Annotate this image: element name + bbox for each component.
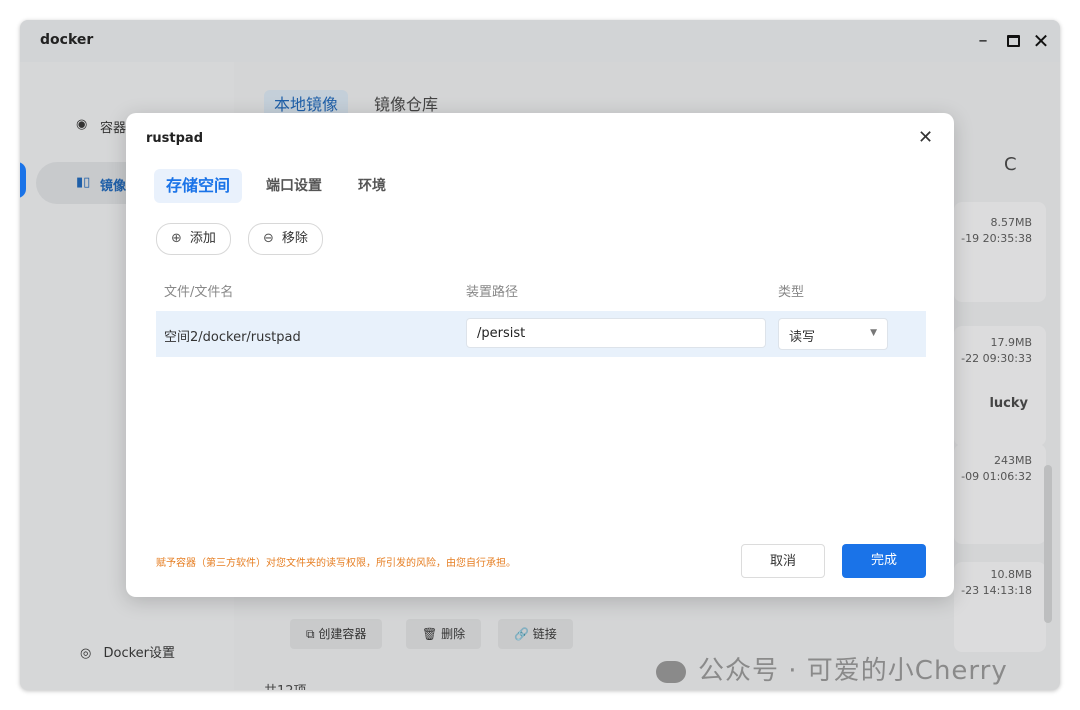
button-label: 链接 — [532, 627, 557, 641]
watermark-text: 公众号 · 可爱的小Cherry — [698, 656, 1008, 686]
image-size: 10.8MB — [990, 568, 1032, 581]
container-icon: ◉ — [76, 117, 88, 132]
image-size: 8.57MB — [990, 216, 1032, 229]
minimize-button[interactable]: – — [970, 28, 996, 54]
cancel-button[interactable]: 取消 — [741, 544, 825, 578]
mount-path-input[interactable] — [466, 318, 766, 348]
button-label: 添加 — [189, 231, 216, 246]
image-date: -23 14:13:18 — [961, 584, 1032, 597]
image-size: 17.9MB — [990, 336, 1032, 349]
link-button[interactable]: 🔗 链接 — [498, 619, 573, 649]
image-date: -22 09:30:33 — [961, 352, 1032, 365]
sidebar-item-docker-settings[interactable]: ◎ Docker设置 — [80, 642, 175, 661]
column-header-type: 类型 — [778, 285, 805, 300]
delete-button[interactable]: 🗑 删除 — [406, 619, 482, 649]
button-label: 删除 — [441, 627, 466, 641]
title-bar: docker – ✕ — [20, 20, 1060, 62]
close-icon[interactable]: ✕ — [918, 127, 933, 148]
storage-dialog: rustpad ✕ 存储空间 端口设置 环境 ⊕ 添加 ⊖ 移除 文件/文件名 装置… — [126, 113, 954, 597]
watermark: 公众号 · 可爱的小Cherry — [656, 650, 1008, 687]
scrollbar[interactable] — [1044, 465, 1052, 623]
create-icon: ⧉ — [306, 627, 315, 641]
remove-button[interactable]: ⊖ 移除 — [248, 223, 323, 255]
tab-storage[interactable]: 存储空间 — [154, 169, 243, 203]
refresh-icon[interactable]: C — [1004, 154, 1017, 175]
image-name: lucky — [989, 396, 1028, 411]
chevron-down-icon: ▼ — [870, 328, 877, 338]
image-card[interactable]: 8.57MB -19 20:35:38 — [954, 202, 1046, 302]
file-path: 空间2/docker/rustpad — [164, 330, 301, 345]
button-label: 创建容器 — [318, 627, 367, 641]
trash-icon: 🗑 — [422, 627, 438, 641]
close-window-button[interactable]: ✕ — [1028, 28, 1054, 54]
column-header-file: 文件/文件名 — [164, 285, 234, 300]
type-select[interactable]: 读写 ▼ — [778, 318, 888, 350]
tab-environment[interactable]: 环境 — [358, 169, 386, 203]
image-date: -19 20:35:38 — [961, 232, 1032, 245]
remove-icon: ⊖ — [263, 231, 274, 246]
link-icon: 🔗 — [514, 627, 529, 641]
window-title: docker — [40, 32, 94, 48]
image-size: 243MB — [993, 454, 1032, 467]
risk-warning: 赋予容器（第三方软件）对您文件夹的读写权限，所引发的风险，由您自行承担。 — [156, 558, 516, 569]
create-container-button[interactable]: ⧉ 创建容器 — [290, 619, 383, 649]
maximize-button[interactable] — [1000, 28, 1026, 54]
active-indicator — [20, 162, 26, 198]
table-row[interactable]: 空间2/docker/rustpad 读写 ▼ — [156, 311, 926, 357]
sidebar-item-label: Docker设置 — [103, 646, 176, 661]
wechat-icon — [656, 660, 686, 683]
tab-port-settings[interactable]: 端口设置 — [266, 169, 322, 203]
dialog-title: rustpad — [146, 131, 204, 146]
column-header-mount-path: 装置路径 — [466, 285, 519, 300]
image-card[interactable]: 17.9MB -22 09:30:33 lucky — [954, 326, 1046, 446]
done-button[interactable]: 完成 — [842, 544, 926, 578]
item-count: 共12项 — [264, 680, 307, 690]
button-label: 移除 — [281, 231, 308, 246]
type-value: 读写 — [789, 330, 816, 345]
settings-icon: ◎ — [80, 646, 92, 661]
image-card[interactable]: 243MB -09 01:06:32 — [954, 444, 1046, 544]
image-card[interactable]: 10.8MB -23 14:13:18 — [954, 562, 1046, 652]
sidebar-item-label: 镜像 — [100, 179, 127, 194]
image-date: -09 01:06:32 — [961, 470, 1032, 483]
add-icon: ⊕ — [171, 231, 182, 246]
add-button[interactable]: ⊕ 添加 — [156, 223, 231, 255]
image-icon: ▮▯ — [76, 175, 91, 190]
maximize-icon — [1006, 35, 1020, 47]
